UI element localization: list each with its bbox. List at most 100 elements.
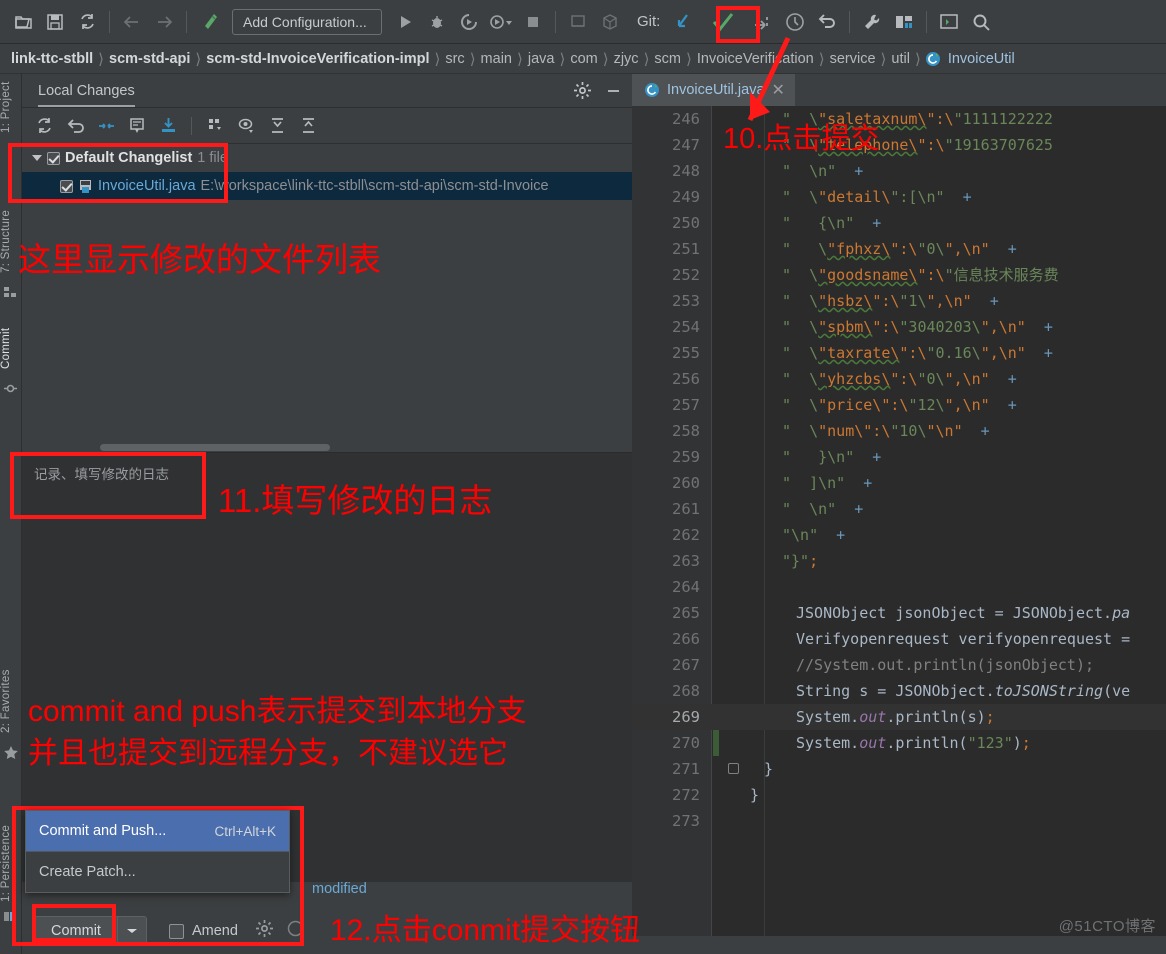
code-line[interactable]: 272}	[632, 782, 1166, 808]
sidebar-item-web[interactable]: Web	[0, 946, 22, 954]
profiler-icon[interactable]	[486, 7, 516, 37]
breadcrumb-item-5[interactable]: java	[523, 51, 560, 67]
code-line[interactable]: 268 String s = JSONObject.toJSONString(ve	[632, 678, 1166, 704]
add-configuration-button[interactable]: Add Configuration...	[232, 8, 382, 35]
code-text: //System.out.println(jsonObject);	[796, 656, 1095, 674]
code-line[interactable]: 246 " \"saletaxnum\":\"1111122222	[632, 106, 1166, 132]
code-line[interactable]: 250 " {\n" +	[632, 210, 1166, 236]
shelve-icon[interactable]	[92, 112, 120, 140]
code-line[interactable]: 267 //System.out.println(jsonObject);	[632, 652, 1166, 678]
code-line[interactable]: 258 " \"num\":\"10\"\n" +	[632, 418, 1166, 444]
close-icon[interactable]: ✕	[772, 80, 785, 100]
code-text: " \"goodsname\":\"信息技术服务费	[782, 266, 1059, 284]
breadcrumb-item-4[interactable]: main	[476, 51, 517, 67]
code-fold-icon[interactable]	[728, 763, 739, 774]
code-line[interactable]: 252 " \"goodsname\":\"信息技术服务费	[632, 262, 1166, 288]
code-line[interactable]: 251 " \"fphxz\":\"0\",\n" +	[632, 236, 1166, 262]
line-number: 252	[672, 266, 700, 284]
sidebar-item-project[interactable]: 1: Project	[0, 76, 22, 138]
breadcrumb-item-11[interactable]: util	[886, 51, 915, 67]
minimize-icon[interactable]	[605, 82, 622, 104]
breadcrumb-item-7[interactable]: zjyc	[609, 51, 644, 67]
group-by-icon[interactable]	[201, 112, 229, 140]
rollback-icon[interactable]	[61, 112, 89, 140]
breadcrumb-item-6[interactable]: com	[565, 51, 602, 67]
code-line[interactable]: 255 " \"taxrate\":\"0.16\",\n" +	[632, 340, 1166, 366]
code-line[interactable]: 257 " \"price\":\"12\",\n" +	[632, 392, 1166, 418]
project-structure-icon[interactable]	[889, 7, 919, 37]
eye-icon[interactable]	[232, 112, 260, 140]
git-update-icon[interactable]	[668, 7, 698, 37]
breadcrumb-item-9[interactable]: InvoiceVerification	[692, 51, 819, 67]
code-content[interactable]: 246 " \"saletaxnum\":\"1111122222 247 " \"t…	[632, 106, 1166, 834]
code-line[interactable]: 264	[632, 574, 1166, 600]
breadcrumb-item-12[interactable]: InvoiceUtil	[943, 51, 1020, 67]
open-folder-icon[interactable]	[8, 7, 38, 37]
tab-local-changes[interactable]: Local Changes	[38, 83, 135, 107]
collapse-all-icon[interactable]	[294, 112, 322, 140]
code-line[interactable]: 253 " \"hsbz\":\"1\",\n" +	[632, 288, 1166, 314]
code-line[interactable]: 260 " ]\n" +	[632, 470, 1166, 496]
line-number: 249	[672, 188, 700, 206]
toolbar-divider	[109, 10, 110, 33]
breadcrumb-item-10[interactable]: service	[825, 51, 881, 67]
tab-invoiceutil-java[interactable]: InvoiceUtil.java ✕	[632, 74, 795, 106]
stop-icon[interactable]	[518, 7, 548, 37]
annotation-rect-message	[10, 452, 206, 519]
save-icon[interactable]	[40, 7, 70, 37]
code-lines-area[interactable]: 246 " \"saletaxnum\":\"1111122222 247 " \"t…	[632, 106, 1166, 954]
code-line[interactable]: 269 System.out.println(s);	[632, 704, 1166, 730]
sdk-manager-icon[interactable]	[595, 7, 625, 37]
code-line[interactable]: 265 JSONObject jsonObject = JSONObject.pa	[632, 600, 1166, 626]
annotation-rect-file-list	[8, 143, 228, 203]
code-line[interactable]: 263 "}";	[632, 548, 1166, 574]
git-history-icon[interactable]	[780, 7, 810, 37]
device-manager-icon[interactable]	[563, 7, 593, 37]
forward-arrow-icon[interactable]	[149, 7, 179, 37]
sync-icon[interactable]	[72, 7, 102, 37]
search-icon[interactable]	[966, 7, 996, 37]
code-line[interactable]: 271}	[632, 756, 1166, 782]
code-line[interactable]: 273	[632, 808, 1166, 834]
refresh-icon[interactable]	[30, 112, 58, 140]
line-number: 272	[672, 786, 700, 804]
git-revert-icon[interactable]	[812, 7, 842, 37]
expand-all-icon[interactable]	[263, 112, 291, 140]
code-line[interactable]: 256 " \"yhzcbs\":\"0\",\n" +	[632, 366, 1166, 392]
debug-icon[interactable]	[422, 7, 452, 37]
scrollbar-thumb[interactable]	[100, 444, 330, 451]
watermark: @51CTO博客	[1058, 918, 1156, 935]
git-label: Git:	[637, 13, 661, 30]
build-hammer-icon[interactable]	[194, 7, 224, 37]
code-line[interactable]: 270 System.out.println("123");	[632, 730, 1166, 756]
sidebar-item-commit[interactable]: Commit	[0, 320, 22, 376]
run-icon[interactable]	[390, 7, 420, 37]
code-line[interactable]: 259 " }\n" +	[632, 444, 1166, 470]
breadcrumb-item-0[interactable]: link-ttc-stbll	[6, 51, 98, 67]
breadcrumb-item-3[interactable]: src	[440, 51, 469, 67]
changes-horizontal-scrollbar[interactable]	[22, 443, 632, 452]
code-line[interactable]: 254 " \"spbm\":\"3040203\",\n" +	[632, 314, 1166, 340]
code-line[interactable]: 248 " \n" +	[632, 158, 1166, 184]
breadcrumb-item-1[interactable]: scm-std-api	[104, 51, 195, 67]
gear-icon[interactable]	[574, 82, 591, 104]
wrench-icon[interactable]	[857, 7, 887, 37]
line-number: 269	[672, 708, 700, 726]
menu-item-commit-and-push[interactable]: Commit and Push... Ctrl+Alt+K	[26, 811, 289, 851]
diff-icon[interactable]	[123, 112, 151, 140]
back-arrow-icon[interactable]	[117, 7, 147, 37]
code-line[interactable]: 261 " \n" +	[632, 496, 1166, 522]
code-line[interactable]: 262 "\n" +	[632, 522, 1166, 548]
run-coverage-icon[interactable]	[454, 7, 484, 37]
breadcrumb-item-2[interactable]: scm-std-InvoiceVerification-impl	[201, 51, 434, 67]
ann-commit-push-line1: commit and push表示提交到本地分支	[28, 695, 527, 728]
terminal-icon[interactable]	[934, 7, 964, 37]
code-line[interactable]: 249 " \"detail\":[\n" +	[632, 184, 1166, 210]
get-from-vcs-icon[interactable]	[154, 112, 182, 140]
menu-item-create-patch[interactable]: Create Patch...	[26, 852, 289, 892]
code-line[interactable]: 266 Verifyopenrequest verifyopenrequest =	[632, 626, 1166, 652]
code-line[interactable]: 247 " \"telephone\":\"19163707625	[632, 132, 1166, 158]
code-text: " }\n" +	[782, 448, 882, 466]
sidebar-item-favorites[interactable]: 2: Favorites	[0, 664, 22, 738]
breadcrumb-item-8[interactable]: scm	[649, 51, 686, 67]
